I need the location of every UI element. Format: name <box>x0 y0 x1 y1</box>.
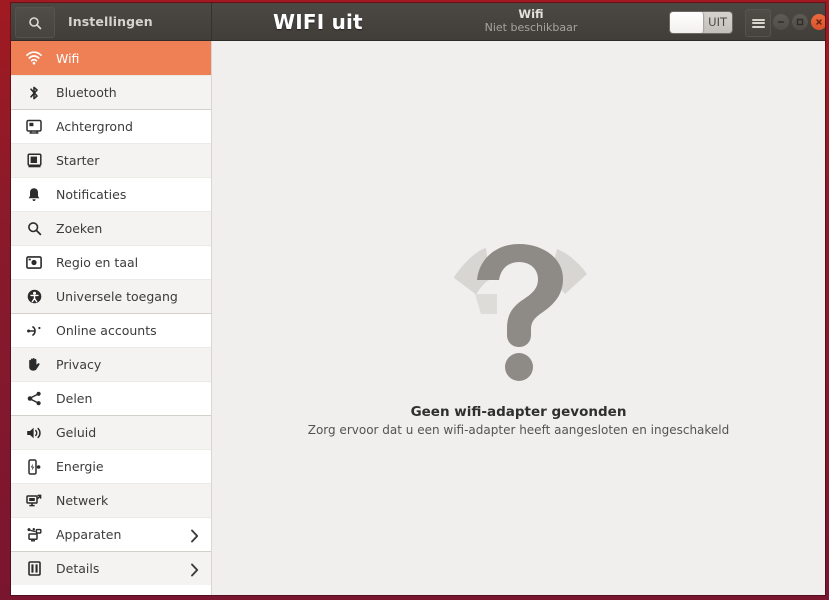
sidebar-item-geluid[interactable]: Geluid <box>11 415 211 449</box>
sidebar-item-label: Regio en taal <box>56 255 139 270</box>
panel-subtitle: Niet beschikbaar <box>484 21 578 34</box>
sidebar-item-privacy[interactable]: Privacy <box>11 347 211 381</box>
maximize-icon <box>795 17 805 27</box>
sidebar-item-label: Zoeken <box>56 221 103 236</box>
wifi-toggle-knob <box>670 12 704 33</box>
hamburger-icon <box>751 17 765 29</box>
sidebar-item-label: Bluetooth <box>56 85 117 100</box>
window-controls <box>773 14 825 30</box>
sidebar-item-zoeken[interactable]: Zoeken <box>11 211 211 245</box>
sidebar-item-apparaten[interactable]: Apparaten <box>11 517 211 551</box>
minimize-button[interactable] <box>773 14 789 30</box>
settings-sidebar[interactable]: Wifi Bluetooth Achtergrond Starter Notificat… <box>11 41 212 595</box>
sidebar-item-label: Netwerk <box>56 493 109 508</box>
window-frame: Instellingen WIFI uit Wifi Niet beschikb… <box>0 0 829 600</box>
sidebar-item-starter[interactable]: Starter <box>11 143 211 177</box>
sidebar-item-netwerk[interactable]: Netwerk <box>11 483 211 517</box>
power-icon <box>23 458 45 476</box>
accessibility-icon <box>23 288 45 306</box>
sidebar-item-label: Geluid <box>56 425 97 440</box>
devices-icon <box>23 526 45 544</box>
app-title: Instellingen <box>68 14 153 29</box>
wifi-icon <box>23 49 45 67</box>
titlebar: Instellingen WIFI uit Wifi Niet beschikb… <box>11 3 825 41</box>
bluetooth-icon <box>23 84 45 102</box>
sidebar-item-label: Privacy <box>56 357 102 372</box>
settings-window: Instellingen WIFI uit Wifi Niet beschikb… <box>11 3 825 595</box>
search-icon <box>23 220 45 238</box>
sidebar-item-delen[interactable]: Delen <box>11 381 211 415</box>
minimize-icon <box>776 17 786 27</box>
chevron-right-icon <box>190 562 199 581</box>
chevron-right-icon <box>190 528 199 547</box>
sharing-icon <box>23 390 45 408</box>
network-icon <box>23 492 45 510</box>
sidebar-item-label: Starter <box>56 153 100 168</box>
content-area: Geen wifi-adapter gevonden Zorg ervoor d… <box>212 41 825 595</box>
privacy-hand-icon <box>23 356 45 374</box>
sound-icon <box>23 424 45 442</box>
hamburger-menu-button[interactable] <box>745 9 771 37</box>
sidebar-item-universele-toegang[interactable]: Universele toegang <box>11 279 211 313</box>
wifi-toggle-switch[interactable]: UIT <box>669 11 733 34</box>
wifi-toggle-label: UIT <box>708 15 727 29</box>
details-icon <box>23 560 45 578</box>
sidebar-item-label: Apparaten <box>56 527 122 542</box>
sidebar-item-notificaties[interactable]: Notificaties <box>11 177 211 211</box>
sidebar-item-label: Achtergrond <box>56 119 133 134</box>
close-button[interactable] <box>811 14 825 30</box>
online-accounts-icon <box>23 322 45 340</box>
panel-title: Wifi <box>518 7 544 21</box>
titlebar-left-section: Instellingen <box>11 3 212 40</box>
sidebar-item-details[interactable]: Details <box>11 551 211 585</box>
question-mark-wifi-icon <box>439 236 599 386</box>
sidebar-item-label: Online accounts <box>56 323 157 338</box>
sidebar-item-label: Universele toegang <box>56 289 178 304</box>
sidebar-item-energie[interactable]: Energie <box>11 449 211 483</box>
close-icon <box>814 17 824 27</box>
maximize-button[interactable] <box>792 14 808 30</box>
sidebar-item-online-accounts[interactable]: Online accounts <box>11 313 211 347</box>
empty-state-title: Geen wifi-adapter gevonden <box>410 404 627 420</box>
empty-state-description: Zorg ervoor dat u een wifi-adapter heeft… <box>307 423 730 437</box>
sidebar-item-label: Details <box>56 561 100 576</box>
launcher-icon <box>23 152 45 170</box>
sidebar-item-achtergrond[interactable]: Achtergrond <box>11 109 211 143</box>
bell-icon <box>23 186 45 204</box>
sidebar-item-wifi[interactable]: Wifi <box>11 41 211 75</box>
search-icon <box>28 16 42 30</box>
sidebar-item-bluetooth[interactable]: Bluetooth <box>11 75 211 109</box>
overlay-annotation-text: WIFI uit <box>273 10 363 34</box>
sidebar-item-regio-en-taal[interactable]: Regio en taal <box>11 245 211 279</box>
sidebar-item-label: Energie <box>56 459 104 474</box>
sidebar-item-label: Wifi <box>56 50 80 66</box>
panel-heading: Wifi Niet beschikbaar <box>441 7 621 35</box>
sidebar-item-label: Delen <box>56 391 93 406</box>
region-icon <box>23 254 45 272</box>
search-button[interactable] <box>15 7 55 38</box>
sidebar-item-label: Notificaties <box>56 187 127 202</box>
empty-state: Geen wifi-adapter gevonden Zorg ervoor d… <box>212 236 825 437</box>
background-icon <box>23 118 45 136</box>
